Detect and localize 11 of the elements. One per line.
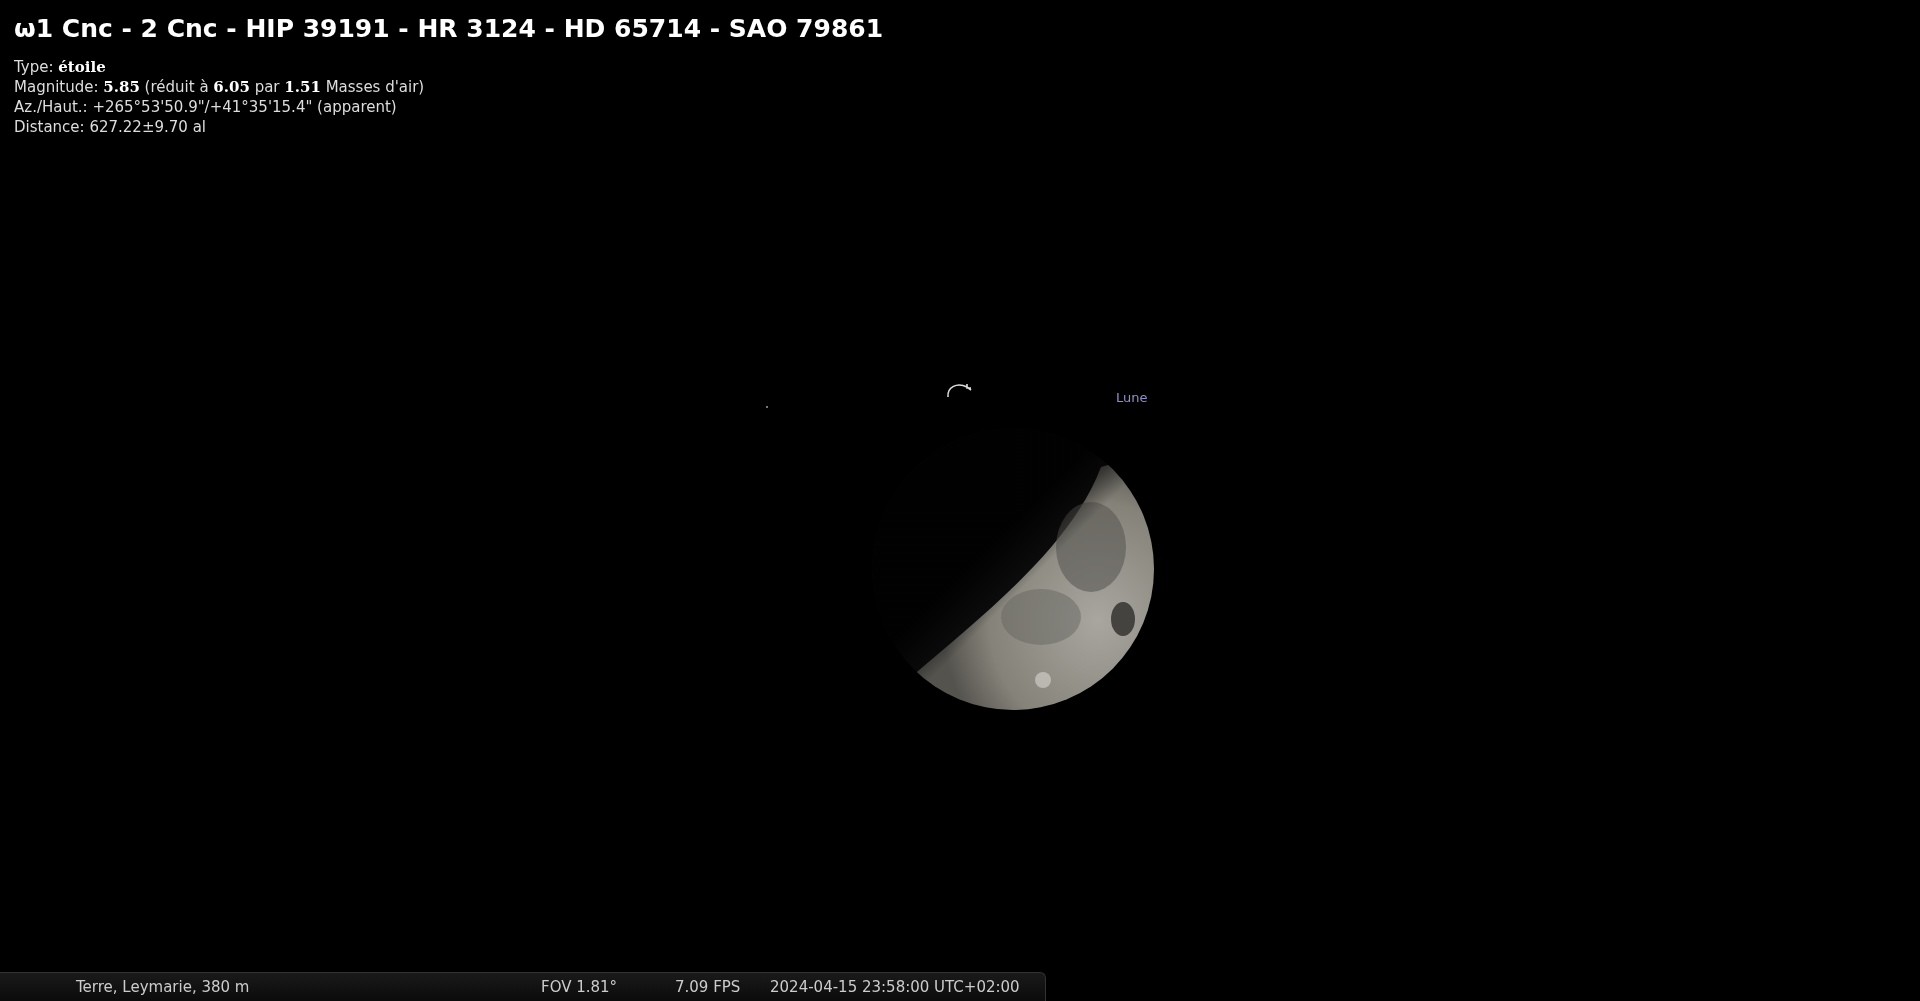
fps-text: 7.09 FPS xyxy=(675,978,742,996)
info-line: Type: étoile xyxy=(14,57,106,77)
location-text: Terre, Leymarie, 380 m xyxy=(76,978,251,996)
target-marker-icon xyxy=(945,381,973,399)
moon-label: Lune xyxy=(1116,390,1148,405)
info-line: Az./Haut.: +265°53'50.9"/+41°35'15.4" (apparent) xyxy=(14,97,397,117)
info-line: Magnitude: 5.85 (réduit à 6.05 par 1.51 Masses d'air) xyxy=(14,77,425,97)
info-line: Distance: 627.22±9.70 al xyxy=(14,117,206,137)
object-title: ω1 Cnc - 2 Cnc - HIP 39191 - HR 3124 - HD 65714 - SAO 79861 xyxy=(14,14,884,43)
fov-text: FOV 1.81° xyxy=(541,978,619,996)
datetime-text: 2024-04-15 23:58:00 UTC+02:00 xyxy=(770,978,1020,996)
